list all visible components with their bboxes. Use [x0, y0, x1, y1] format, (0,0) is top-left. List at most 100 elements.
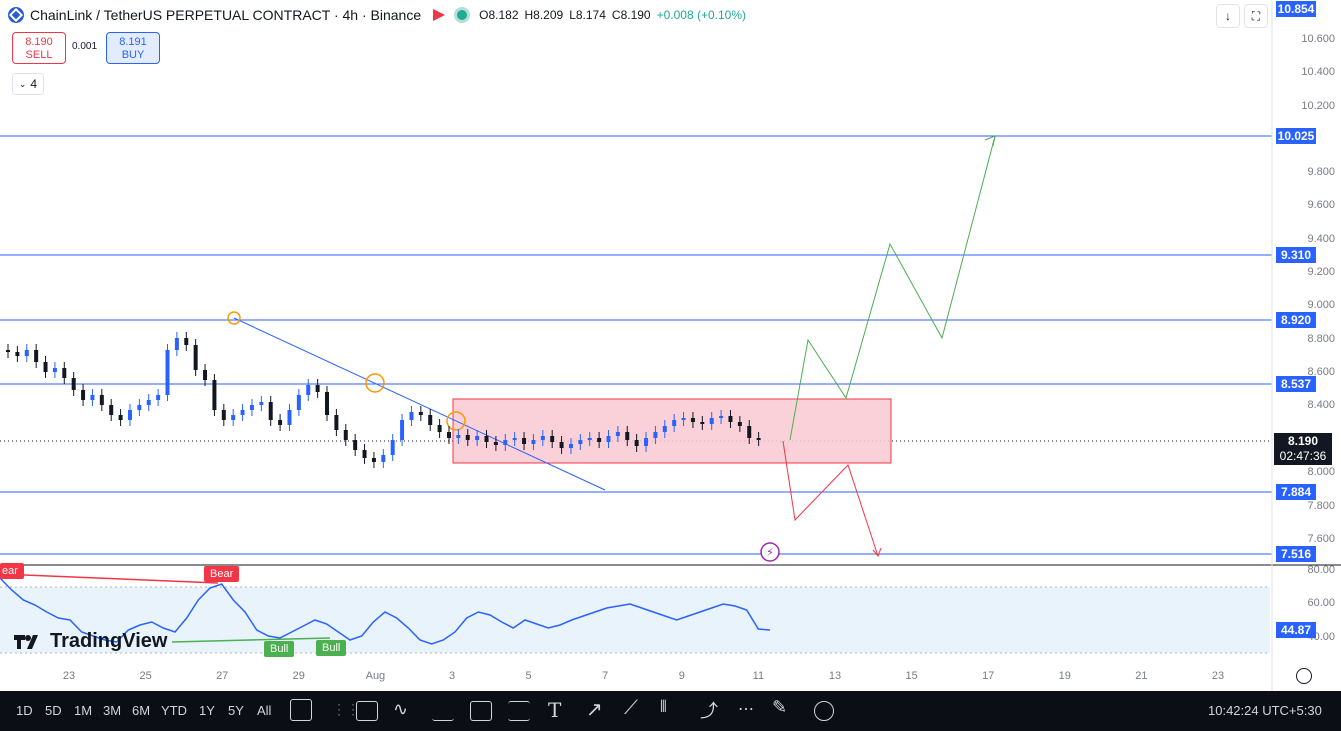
bolt-icon: ⚡: [766, 546, 774, 559]
candle-body: [540, 436, 545, 440]
time-tick: 21: [1135, 670, 1148, 682]
open-value: O8.182: [479, 8, 519, 22]
timeframe-1m[interactable]: 1M: [74, 691, 92, 731]
symbol-header: ChainLink / TetherUS PERPETUAL CONTRACT …: [8, 4, 752, 26]
brush-tool-icon[interactable]: ⤴: [700, 697, 718, 723]
candle-body: [690, 418, 695, 422]
candle-body: [109, 405, 114, 415]
candle-body: [43, 362, 48, 372]
buy-label: BUY: [121, 49, 145, 61]
timeframe-1y[interactable]: 1Y: [199, 691, 215, 731]
buy-button[interactable]: 8.191 BUY: [106, 32, 160, 64]
price-tick: 10.600: [1301, 33, 1335, 45]
price-tick: 10.400: [1301, 66, 1335, 78]
timeframe-5y[interactable]: 5Y: [228, 691, 244, 731]
candle-body: [240, 410, 245, 415]
high-value: H8.209: [524, 8, 564, 22]
candle-body: [165, 350, 170, 395]
candle-body: [578, 440, 583, 444]
candle-body: [259, 402, 264, 405]
candle-body: [662, 426, 667, 432]
candle-body: [597, 438, 602, 442]
price-tick: 9.800: [1307, 166, 1335, 178]
candle-body: [146, 400, 151, 405]
candle-body: [606, 436, 611, 442]
price-tick: 9.000: [1307, 299, 1335, 311]
price-chart[interactable]: ⚡: [0, 0, 1341, 691]
arrow-tool-icon[interactable]: ↗: [586, 697, 603, 722]
indicators-toggle[interactable]: ⌄ 4: [12, 73, 44, 95]
rsi-band: [0, 587, 1270, 653]
price-tick: 9.200: [1307, 266, 1335, 278]
candle-body: [184, 338, 189, 345]
symbol-title[interactable]: ChainLink / TetherUS PERPETUAL CONTRACT …: [30, 7, 421, 23]
candle-body: [747, 426, 752, 438]
candle-body: [353, 440, 358, 450]
candle-body: [99, 395, 104, 405]
timeframe-3m[interactable]: 3M: [103, 691, 121, 731]
sell-button[interactable]: 8.190 SELL: [12, 32, 66, 64]
current-price-tag: 8.190 02:47:36: [1274, 433, 1332, 465]
scroll-down-button[interactable]: ↓: [1216, 4, 1240, 28]
candle-body: [362, 450, 367, 458]
candle-body: [249, 405, 254, 410]
timeframe-6m[interactable]: 6M: [132, 691, 150, 731]
settings-gear-icon[interactable]: [1296, 668, 1312, 684]
time-tick: 9: [678, 670, 685, 682]
trendline-tool-icon[interactable]: ⟋: [624, 697, 638, 720]
clock[interactable]: 10:42:24 UTC+5:30: [1208, 703, 1322, 718]
time-tick: 27: [216, 670, 229, 682]
rsi-tick: 60.00: [1307, 597, 1335, 609]
measure-tool-icon[interactable]: ⋯: [738, 699, 754, 719]
candle-body: [446, 432, 451, 438]
fib-tool-icon[interactable]: [432, 701, 454, 721]
candle-body: [475, 436, 480, 440]
rsi-tick: 80.00: [1307, 564, 1335, 576]
candle-body: [653, 432, 658, 438]
candle-body: [287, 410, 292, 425]
parallel-channel-icon[interactable]: [508, 701, 530, 721]
timeframe-5d[interactable]: 5D: [45, 691, 62, 731]
bottom-toolbar: 1D 5D 1M 3M 6M YTD 1Y 5Y All ⋮⋮ ∿ T ↗ ⟋ ⫴ ⤴ ⋯ ✎ …: [0, 691, 1341, 731]
replay-icon[interactable]: [814, 701, 834, 721]
fib-channel-icon[interactable]: [470, 701, 492, 721]
candle-body: [127, 410, 132, 420]
time-tick: 7: [602, 670, 609, 682]
candle-body: [174, 338, 179, 350]
arrow-down-icon: ↓: [1225, 9, 1231, 23]
candle-body: [409, 412, 414, 420]
goto-date-icon[interactable]: [290, 699, 312, 721]
candle-body: [512, 438, 517, 440]
price-tick: 9.600: [1307, 199, 1335, 211]
rectangle-tool-icon[interactable]: [356, 701, 378, 721]
path-tool-icon[interactable]: ∿: [393, 699, 408, 720]
text-tool-icon[interactable]: T: [548, 698, 561, 722]
candle-body: [634, 440, 639, 446]
long-position-icon[interactable]: ⫴: [660, 699, 667, 717]
fullscreen-button[interactable]: ⛶: [1244, 4, 1268, 28]
candle-body: [24, 350, 29, 356]
timeframe-all[interactable]: All: [257, 691, 271, 731]
timeframe-1d[interactable]: 1D: [16, 691, 33, 731]
bull-badge: Bull: [316, 640, 347, 656]
pencil-tool-icon[interactable]: ✎: [772, 697, 787, 718]
candle-body: [71, 378, 76, 390]
candle-body: [400, 420, 405, 440]
time-tick: 19: [1058, 670, 1071, 682]
candle-body: [681, 418, 686, 420]
tradingview-logo[interactable]: TradingView: [14, 630, 167, 653]
level-tag: 10.025: [1276, 128, 1316, 144]
price-tick: 8.400: [1307, 399, 1335, 411]
market-status-icon[interactable]: [457, 10, 468, 20]
change-value: +0.008 (+0.10%): [656, 8, 747, 22]
time-tick: 11: [752, 670, 765, 682]
timeframe-ytd[interactable]: YTD: [161, 691, 187, 731]
current-price: 8.190: [1287, 434, 1319, 448]
level-tag: 8.537: [1276, 376, 1316, 392]
candle-body: [456, 435, 461, 438]
candle-body: [212, 380, 217, 410]
candle-body: [437, 425, 442, 432]
price-tick: 9.400: [1307, 233, 1335, 245]
flag-icon[interactable]: [433, 9, 446, 21]
candle-body: [371, 458, 376, 462]
